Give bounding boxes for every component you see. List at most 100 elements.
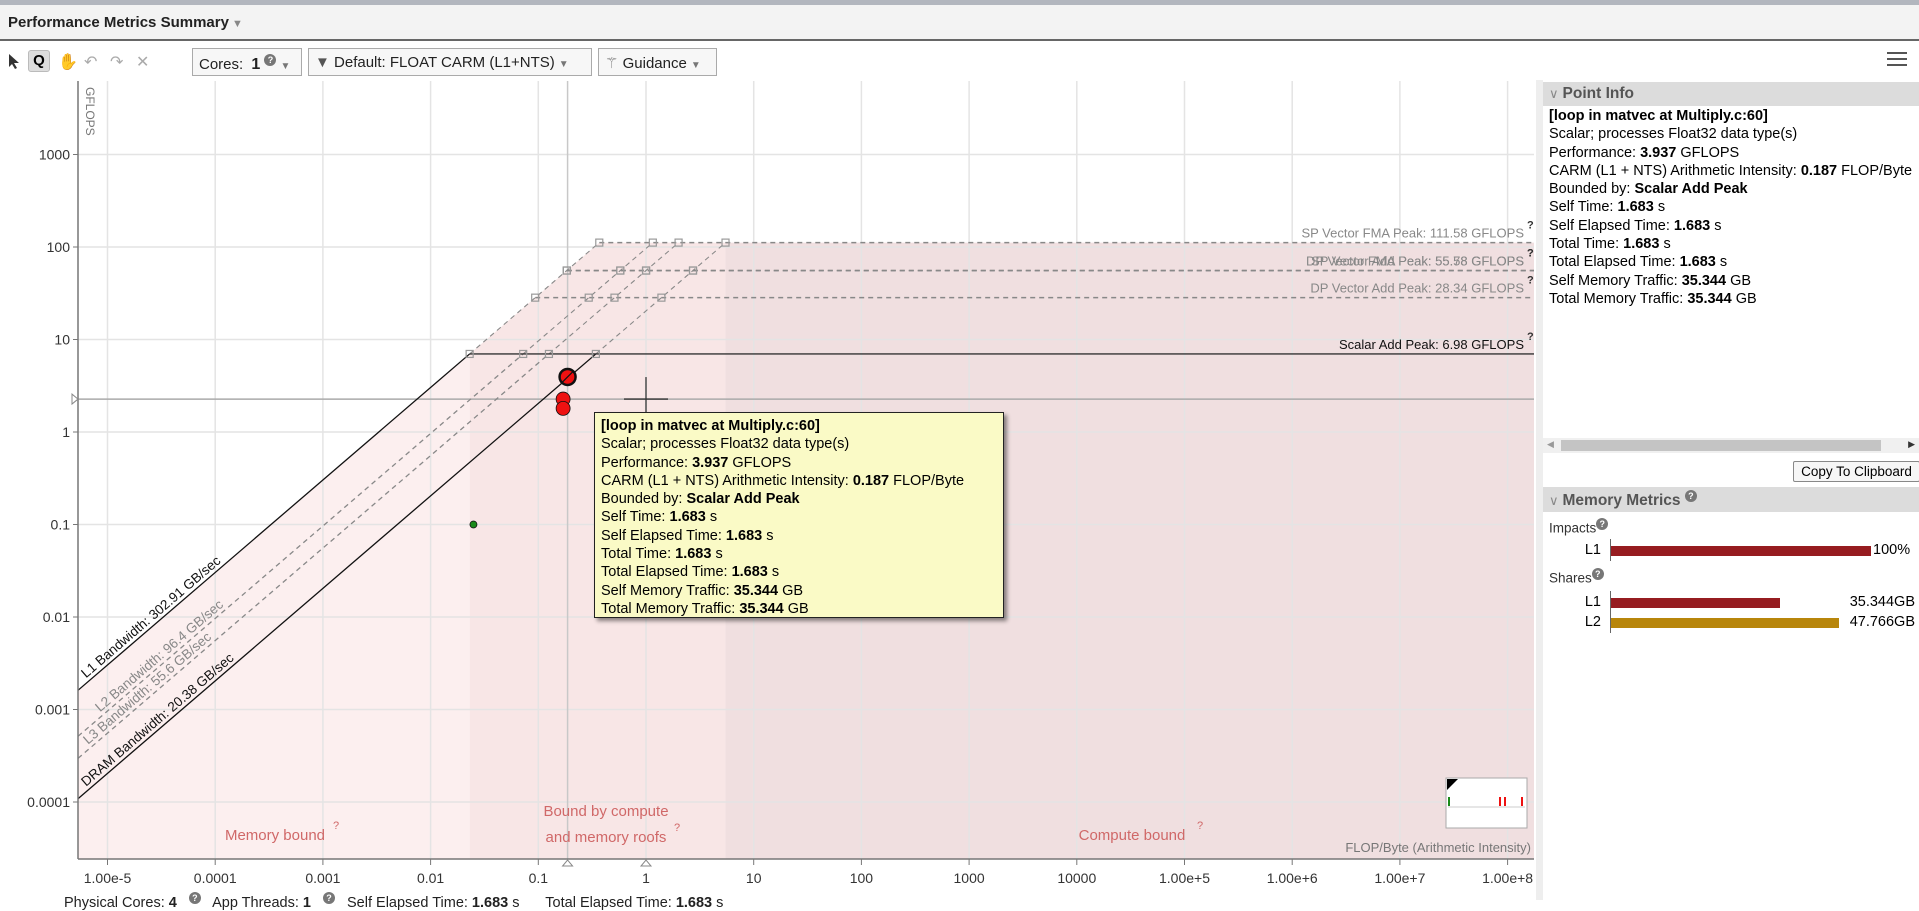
zoom-tool-icon[interactable]: Q xyxy=(28,50,50,72)
y-tick-label: 0.001 xyxy=(35,702,70,718)
help-icon[interactable]: ? xyxy=(188,892,201,904)
info-key: Performance: xyxy=(601,454,693,471)
cores-dropdown[interactable]: Cores: 1 ?▼ xyxy=(192,48,302,76)
minimap-thumbnail[interactable] xyxy=(1445,777,1528,829)
y-tick-label: 1000 xyxy=(39,147,70,163)
share-level-label: L1 xyxy=(1584,594,1601,610)
chevron-down-icon: ∨ xyxy=(1549,86,1559,101)
minimap-mark xyxy=(1521,797,1523,806)
info-unit: GB xyxy=(1726,272,1752,289)
point-info-content: [loop in matvec at Multiply.c:60] Scalar… xyxy=(1549,107,1919,308)
scroll-right-icon[interactable]: ▶ xyxy=(1908,439,1915,450)
x-tick-label: 1.00e+7 xyxy=(1374,870,1425,886)
info-unit: s xyxy=(762,527,774,544)
info-value: 0.187 xyxy=(852,472,890,489)
help-icon[interactable]: ? xyxy=(1591,568,1604,580)
undo-icon[interactable]: ↶ xyxy=(84,52,97,72)
info-key: Bounded by: xyxy=(1549,181,1635,198)
point-info-header[interactable]: ∨ Point Info xyxy=(1543,82,1919,106)
info-unit: s xyxy=(1715,254,1728,271)
info-value: 1.683 xyxy=(1673,217,1711,234)
info-unit: s xyxy=(705,509,718,526)
filter-label: Default: FLOAT CARM (L1+NTS) xyxy=(334,54,555,71)
total-elapsed-value: 1.683 xyxy=(675,894,713,911)
clear-icon[interactable]: ✕ xyxy=(136,52,149,72)
filter-dropdown[interactable]: ▼ Default: FLOAT CARM (L1+NTS) ▼ xyxy=(308,48,592,76)
info-value: 35.344 xyxy=(733,582,779,599)
info-key: Self Memory Traffic: xyxy=(1549,272,1682,289)
info-value: 1.683 xyxy=(675,546,712,563)
impacts-label: Impacts? xyxy=(1549,518,1609,536)
info-key: Total Elapsed Time: xyxy=(601,564,732,581)
scrollbar-thumb[interactable] xyxy=(1561,440,1881,451)
info-key: Self Time: xyxy=(1549,199,1618,216)
share-level-label: L2 xyxy=(1584,614,1601,630)
compute-roof-label: Scalar Add Peak: 6.98 GFLOPS xyxy=(1339,337,1524,352)
help-icon[interactable]: ? xyxy=(1527,220,1534,232)
physical-cores-label: Physical Cores: xyxy=(64,894,165,911)
horizontal-scrollbar[interactable]: ◀ ▶ xyxy=(1543,438,1919,453)
info-line: Performance: 3.937 GFLOPS xyxy=(1549,144,1919,162)
x-tick-label: 1.00e+6 xyxy=(1267,870,1318,886)
info-value: 35.344 xyxy=(1681,272,1727,289)
y-guide-marker xyxy=(71,393,79,406)
help-icon[interactable]: ? xyxy=(674,822,680,834)
x-tick-label: 100 xyxy=(850,870,874,886)
menu-icon[interactable] xyxy=(1887,52,1907,68)
cores-label: Cores: xyxy=(199,56,244,73)
x-tick-label: 1 xyxy=(642,870,650,886)
help-icon[interactable]: ? xyxy=(264,54,277,66)
y-tick-label: 0.0001 xyxy=(27,794,70,810)
copy-to-clipboard-button[interactable]: Copy To Clipboard xyxy=(1793,461,1919,482)
pan-hand-icon[interactable]: ✋ xyxy=(58,52,78,72)
compute-roof-label: DP Vector Add Peak: 28.34 GFLOPS xyxy=(1310,281,1524,296)
help-icon[interactable]: ? xyxy=(1527,248,1534,260)
info-value: 1.683 xyxy=(725,527,763,544)
magic-wand-icon: ⚚ xyxy=(605,55,619,72)
share-bar-l1 xyxy=(1611,598,1780,608)
info-line: Total Memory Traffic: 35.344 GB xyxy=(1549,290,1919,308)
y-tick-label: 10 xyxy=(54,332,70,348)
info-key: CARM (L1 + NTS) Arithmetic Intensity: xyxy=(1549,162,1801,179)
help-icon[interactable]: ? xyxy=(333,820,339,832)
info-key: Total Elapsed Time: xyxy=(1549,254,1680,271)
info-key: Scalar; processes Float32 data type(s) xyxy=(1549,126,1798,143)
info-unit: s xyxy=(767,564,780,581)
scroll-left-icon[interactable]: ◀ xyxy=(1547,439,1554,450)
help-icon[interactable]: ? xyxy=(1527,275,1534,287)
compute-roof-label: SP Vector Add Peak: 55.58 GFLOPS xyxy=(1311,254,1524,269)
info-value: 3.937 xyxy=(692,454,729,471)
help-icon[interactable]: ? xyxy=(1197,820,1203,832)
pointer-tool-icon[interactable] xyxy=(8,53,20,69)
guidance-dropdown[interactable]: ⚚ Guidance ▼ xyxy=(598,48,717,76)
info-unit: GB xyxy=(778,582,804,599)
info-line: CARM (L1 + NTS) Arithmetic Intensity: 0.… xyxy=(1549,162,1919,180)
cores-value: 1 xyxy=(251,56,261,73)
info-unit: GFLOPS xyxy=(1676,144,1740,161)
help-icon[interactable]: ? xyxy=(1684,490,1697,502)
help-icon[interactable]: ? xyxy=(1527,331,1534,343)
info-line: Total Time: 1.683 s xyxy=(601,545,997,563)
unit: s xyxy=(716,894,724,911)
x-tick-label: 0.001 xyxy=(305,870,340,886)
chevron-down-icon: ∨ xyxy=(1549,493,1559,509)
info-line: Self Time: 1.683 s xyxy=(601,508,997,526)
x-tick-label: 1.00e+8 xyxy=(1482,870,1533,886)
info-line: Self Elapsed Time: 1.683 s xyxy=(1549,217,1919,235)
impact-value: 100% xyxy=(1873,542,1911,558)
unit: s xyxy=(512,894,520,911)
info-line: Self Elapsed Time: 1.683 s xyxy=(601,527,997,545)
minimap-mark xyxy=(1499,797,1501,806)
memory-metrics-header[interactable]: ∨ Memory Metrics ? xyxy=(1543,487,1919,512)
info-unit: s xyxy=(1659,236,1671,253)
redo-icon[interactable]: ↷ xyxy=(110,52,123,72)
y-axis-title: GFLOPS xyxy=(83,87,97,136)
guidance-label: Guidance xyxy=(622,55,687,72)
info-line: Self Memory Traffic: 35.344 GB xyxy=(601,582,997,600)
help-icon[interactable]: ? xyxy=(322,892,335,904)
info-line: CARM (L1 + NTS) Arithmetic Intensity: 0.… xyxy=(601,472,997,490)
x-guide-marker xyxy=(639,859,653,867)
help-icon[interactable]: ? xyxy=(1596,518,1609,530)
y-tick-label: 0.1 xyxy=(51,517,71,533)
filter-icon: ▼ xyxy=(315,54,330,71)
